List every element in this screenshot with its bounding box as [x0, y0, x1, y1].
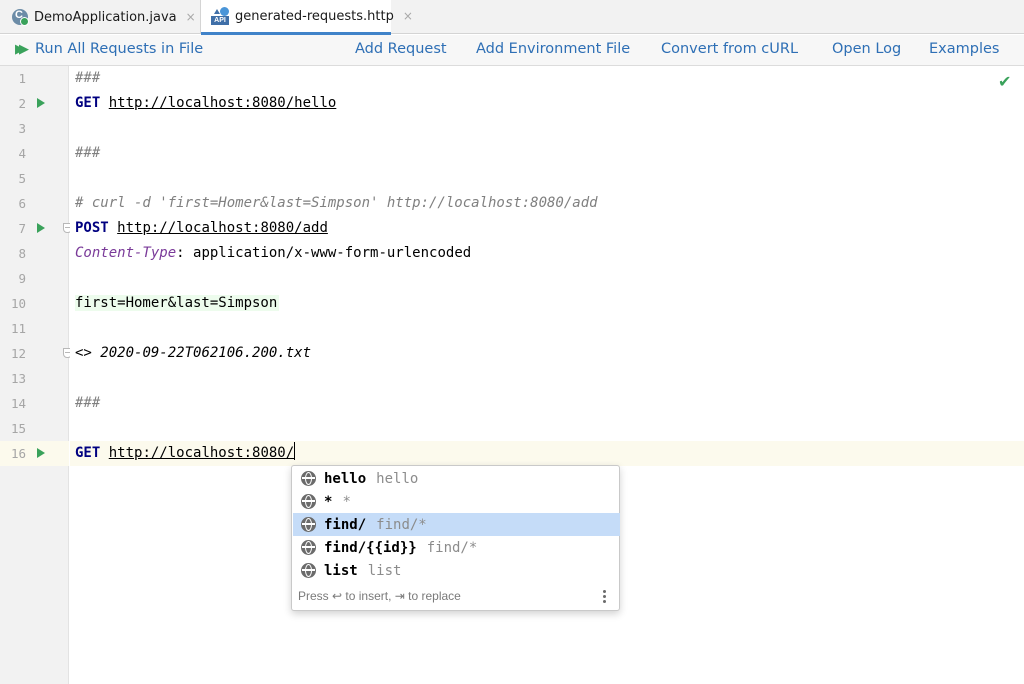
close-icon[interactable]: × — [186, 10, 196, 24]
completion-item[interactable]: * * — [293, 490, 620, 513]
check-icon: ✔ — [998, 72, 1012, 91]
tab-label: generated-requests.http — [235, 8, 394, 24]
line-number: 10 — [10, 296, 26, 311]
header-separator: : — [176, 245, 185, 261]
line-number: 16 — [10, 446, 26, 461]
completion-item-hint: hello — [376, 470, 419, 487]
line-number: 7 — [18, 221, 26, 236]
completion-item[interactable]: find/{{id}} find/* — [293, 536, 620, 559]
code-line-1: ### — [75, 70, 101, 86]
line-number: 6 — [18, 196, 26, 211]
http-method: GET — [75, 95, 101, 111]
line-number: 5 — [18, 171, 26, 186]
completion-popup: hello hello * * find/ find/* find/{{id}}… — [291, 465, 620, 611]
line-number: 13 — [10, 371, 26, 386]
line-number: 8 — [18, 246, 26, 261]
request-body: first=Homer&last=Simpson — [75, 295, 280, 311]
completion-item-label: list — [324, 562, 358, 579]
convert-from-curl-button[interactable]: Convert from cURL — [661, 41, 798, 57]
more-options-icon[interactable] — [603, 590, 606, 605]
http-method: GET — [75, 445, 101, 461]
code-line-14: ### — [75, 395, 101, 411]
run-request-icon[interactable] — [37, 448, 45, 458]
completion-footer-hint: Press ↩ to insert, ⇥ to replace — [298, 589, 461, 603]
line-number: 2 — [18, 96, 26, 111]
http-client-toolbar: ▶▶ Run All Requests in File Add Request … — [0, 35, 1024, 66]
text-caret — [294, 442, 296, 460]
code-line-12: <> 2020-09-22T062106.200.txt — [75, 341, 311, 366]
code-line-4: ### — [75, 145, 101, 161]
line-number: 3 — [18, 121, 26, 136]
open-log-button[interactable]: Open Log — [832, 41, 901, 57]
editor-tab-bar: DemoApplication.java × API generated-req… — [0, 0, 1024, 35]
line-number: 1 — [18, 71, 26, 86]
tab-demo-application[interactable]: DemoApplication.java × — [0, 0, 200, 34]
completion-item-label: * — [324, 493, 333, 510]
completion-item-hint: find/* — [426, 539, 478, 556]
line-number: 12 — [10, 346, 26, 361]
completion-item[interactable]: list list — [293, 559, 620, 582]
response-ref-prefix: <> — [75, 345, 101, 361]
completion-item-label: hello — [324, 470, 367, 487]
code-line-8: Content-Type: application/x-www-form-url… — [75, 241, 471, 266]
code-line-10: first=Homer&last=Simpson — [75, 291, 280, 316]
code-line-6: # curl -d 'first=Homer&last=Simpson' htt… — [75, 195, 598, 211]
line-number: 9 — [18, 271, 26, 286]
line-number: 14 — [10, 396, 26, 411]
tab-generated-requests[interactable]: API generated-requests.http × — [201, 0, 413, 35]
completion-item-selected[interactable]: find/ find/* — [293, 513, 620, 536]
globe-icon — [301, 563, 316, 578]
run-all-requests-button[interactable]: ▶▶ Run All Requests in File — [15, 41, 203, 57]
completion-item-hint: list — [367, 562, 402, 579]
completion-item-label: find/{{id}} — [324, 539, 417, 556]
api-file-icon: API — [211, 7, 229, 25]
line-number: 15 — [10, 421, 26, 436]
globe-icon — [301, 540, 316, 555]
examples-button[interactable]: Examples — [929, 41, 999, 57]
http-method: POST — [75, 220, 109, 236]
run-all-label: Run All Requests in File — [35, 41, 204, 57]
run-all-icon: ▶▶ — [15, 41, 29, 57]
header-name: Content-Type — [75, 245, 177, 261]
line-number: 4 — [18, 146, 26, 161]
code-line-7: POST http://localhost:8080/add — [75, 216, 328, 241]
line-number: 11 — [10, 321, 26, 336]
response-file-link[interactable]: 2020-09-22T062106.200.txt — [100, 345, 311, 361]
completion-item-label: find/ — [324, 516, 367, 533]
globe-icon — [301, 494, 316, 509]
tab-label: DemoApplication.java — [34, 9, 177, 25]
globe-icon — [301, 471, 316, 486]
java-class-icon — [12, 9, 29, 26]
run-request-icon[interactable] — [37, 98, 45, 108]
completion-item[interactable]: hello hello — [293, 467, 620, 490]
request-url[interactable]: http://localhost:8080/ — [109, 445, 294, 461]
request-url[interactable]: http://localhost:8080/add — [117, 220, 328, 236]
editor-gutter[interactable]: 1 2 3 4 5 6 7 8 9 10 11 12 13 14 15 16 — [0, 66, 72, 684]
add-request-button[interactable]: Add Request — [355, 41, 447, 57]
run-request-icon[interactable] — [37, 223, 45, 233]
completion-item-hint: find/* — [376, 516, 427, 533]
code-line-16: GET http://localhost:8080/ — [75, 441, 296, 466]
globe-icon — [301, 517, 316, 532]
header-value: application/x-www-form-urlencoded — [184, 245, 472, 261]
request-url[interactable]: http://localhost:8080/hello — [109, 95, 337, 111]
completion-item-hint: * — [342, 493, 351, 510]
code-line-2: GET http://localhost:8080/hello — [75, 91, 336, 116]
add-environment-file-button[interactable]: Add Environment File — [476, 41, 630, 57]
close-icon[interactable]: × — [403, 9, 413, 23]
